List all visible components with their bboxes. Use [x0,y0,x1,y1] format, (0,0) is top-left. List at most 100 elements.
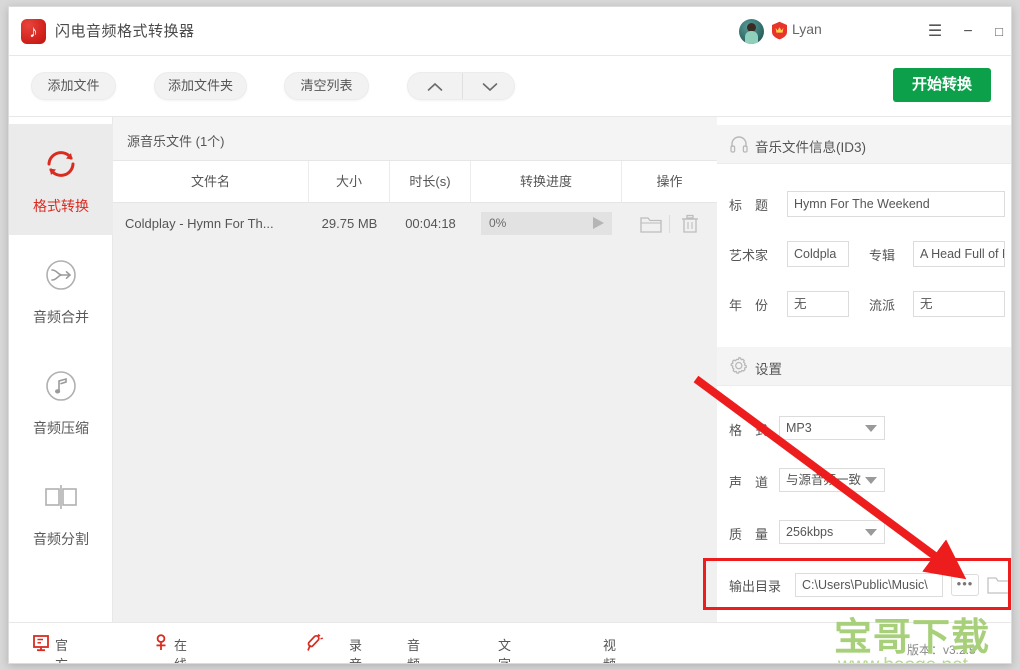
music-note-circle-icon [9,366,113,410]
add-folder-button[interactable]: 添加文件夹 [154,72,247,100]
format-label: 格 式 [729,423,769,438]
output-directory-label: 输出目录 [729,579,782,594]
chevron-down-icon [865,477,877,484]
file-list-column-headers: 文件名 大小 时长(s) 转换进度 操作 [113,161,717,203]
progress-bar: 0% [481,212,612,235]
quality-value: 256kbps [786,525,834,539]
footer-bar: 官方网站 在线客服 录音 音频剪辑 [9,622,1011,663]
cell-size: 29.75 MB [321,216,378,231]
column-header-filename: 文件名 [113,161,309,202]
id3-section-header: 音乐文件信息(ID3) [717,125,1011,164]
chevron-down-icon [865,425,877,432]
title-field[interactable]: Hymn For The Weekend [787,191,1005,217]
file-list-header: 源音乐文件 (1个) [113,117,717,161]
sidebar: 格式转换 音频合并 音频压缩 音频分割 [9,117,113,622]
column-header-size: 大小 [309,161,390,202]
menu-icon[interactable]: ☰ [924,21,946,43]
format-row: 格 式 MP3 [717,416,1011,442]
sidebar-item-audio-compress[interactable]: 音频压缩 [9,346,113,457]
column-header-actions: 操作 [656,174,683,189]
footer-item-label: 录音 [349,638,363,663]
output-directory-row: 输出目录 C:\Users\Public\Music\ ••• [717,571,1011,597]
gear-icon [729,356,749,376]
divider [669,215,670,233]
sidebar-item-label: 格式转换 [33,198,89,214]
browse-dots-button[interactable]: ••• [951,574,979,596]
cell-filename: Coldplay - Hymn For Th... [125,216,274,231]
id3-section-title: 音乐文件信息(ID3) [755,140,866,155]
chevron-down-icon [865,529,877,536]
move-down-button[interactable] [462,73,516,99]
column-header-progress: 转换进度 [471,161,622,202]
sidebar-item-label: 音频压缩 [33,420,89,436]
minimize-button[interactable]: − [957,21,979,43]
clear-list-button[interactable]: 清空列表 [284,72,369,100]
quality-row: 质 量 256kbps [717,520,1011,546]
avatar[interactable] [739,19,764,44]
cell-duration: 00:04:18 [405,216,456,231]
file-list-panel: 源音乐文件 (1个) 文件名 大小 时长(s) 转换进度 操作 Coldplay… [113,117,717,622]
column-header-duration: 时长(s) [390,161,471,202]
move-up-button[interactable] [408,73,462,99]
sidebar-item-format-convert[interactable]: 格式转换 [9,124,113,235]
quality-label: 质 量 [729,527,769,542]
sidebar-item-label: 音频分割 [33,531,89,547]
table-row[interactable]: Coldplay - Hymn For Th... 29.75 MB 00:04… [113,203,717,245]
settings-section-title: 设置 [755,362,782,377]
id3-artist-album-row: 艺术家 Coldpla 专辑 A Head Full of D [717,241,1011,267]
sidebar-item-audio-split[interactable]: 音频分割 [9,457,113,568]
settings-section-header: 设置 [717,347,1011,386]
year-field[interactable]: 无 [787,291,849,317]
footer-item-label: 音频剪辑 [407,638,421,663]
id3-year-genre-row: 年 份 无 流派 无 [717,291,1011,317]
channel-value: 与源音频一致 [786,473,862,487]
format-select[interactable]: MP3 [779,416,885,440]
toolbar: 添加文件 添加文件夹 清空列表 开始转换 [9,56,1011,117]
progress-value-label: 0% [489,216,507,230]
monitor-icon [31,633,51,653]
start-convert-button[interactable]: 开始转换 [893,68,991,102]
artist-field[interactable]: Coldpla [787,241,849,267]
open-output-folder-icon[interactable] [987,574,1011,596]
genre-field[interactable]: 无 [913,291,1005,317]
artist-label: 艺术家 [729,248,769,263]
user-name: Lyan [792,21,822,37]
headphones-icon [729,134,749,154]
footer-item-label: 视频转换 [603,638,617,663]
person-icon [151,633,171,653]
vip-crown-icon [771,21,788,40]
microphone-icon [305,633,325,653]
channel-label: 声 道 [729,475,769,490]
refresh-circle-icon [9,144,113,188]
title-label: 标 题 [729,198,769,213]
right-panel: 音乐文件信息(ID3) 标 题 Hymn For The Weekend 艺术家… [717,117,1011,622]
sidebar-item-audio-merge[interactable]: 音频合并 [9,235,113,346]
open-folder-icon[interactable] [640,214,662,234]
maximize-button[interactable]: □ [988,21,1010,43]
quality-select[interactable]: 256kbps [779,520,885,544]
sidebar-item-label: 音频合并 [33,309,89,325]
genre-label: 流派 [869,298,896,313]
add-file-button[interactable]: 添加文件 [31,72,116,100]
play-icon[interactable] [593,217,604,229]
output-directory-input[interactable]: C:\Users\Public\Music\ [795,573,943,597]
row-action-buttons [622,203,717,245]
merge-arrow-icon [9,255,113,299]
album-field[interactable]: A Head Full of D [913,241,1005,267]
reorder-buttons [407,72,515,100]
file-list-count-label: 源音乐文件 (1个) [127,134,225,149]
year-label: 年 份 [729,298,769,313]
footer-item-label: 官方网站 [55,638,69,663]
footer-item-label: 在线客服 [174,638,188,663]
footer-item-label: 文字语音转换 [498,638,512,663]
music-note-icon: ♪ [21,19,46,44]
app-title: 闪电音频格式转换器 [55,23,195,40]
album-label: 专辑 [869,248,896,263]
split-squares-icon [9,477,113,521]
title-bar: ♪ 闪电音频格式转换器 Lyan ☰ − □ ✕ [9,7,1011,56]
channel-row: 声 道 与源音频一致 [717,468,1011,494]
channel-select[interactable]: 与源音频一致 [779,468,885,492]
format-value: MP3 [786,421,812,435]
delete-icon[interactable] [680,214,702,234]
application-window: ♪ 闪电音频格式转换器 Lyan ☰ − □ ✕ 添加文件 添加文件夹 清空列表 [8,6,1012,664]
